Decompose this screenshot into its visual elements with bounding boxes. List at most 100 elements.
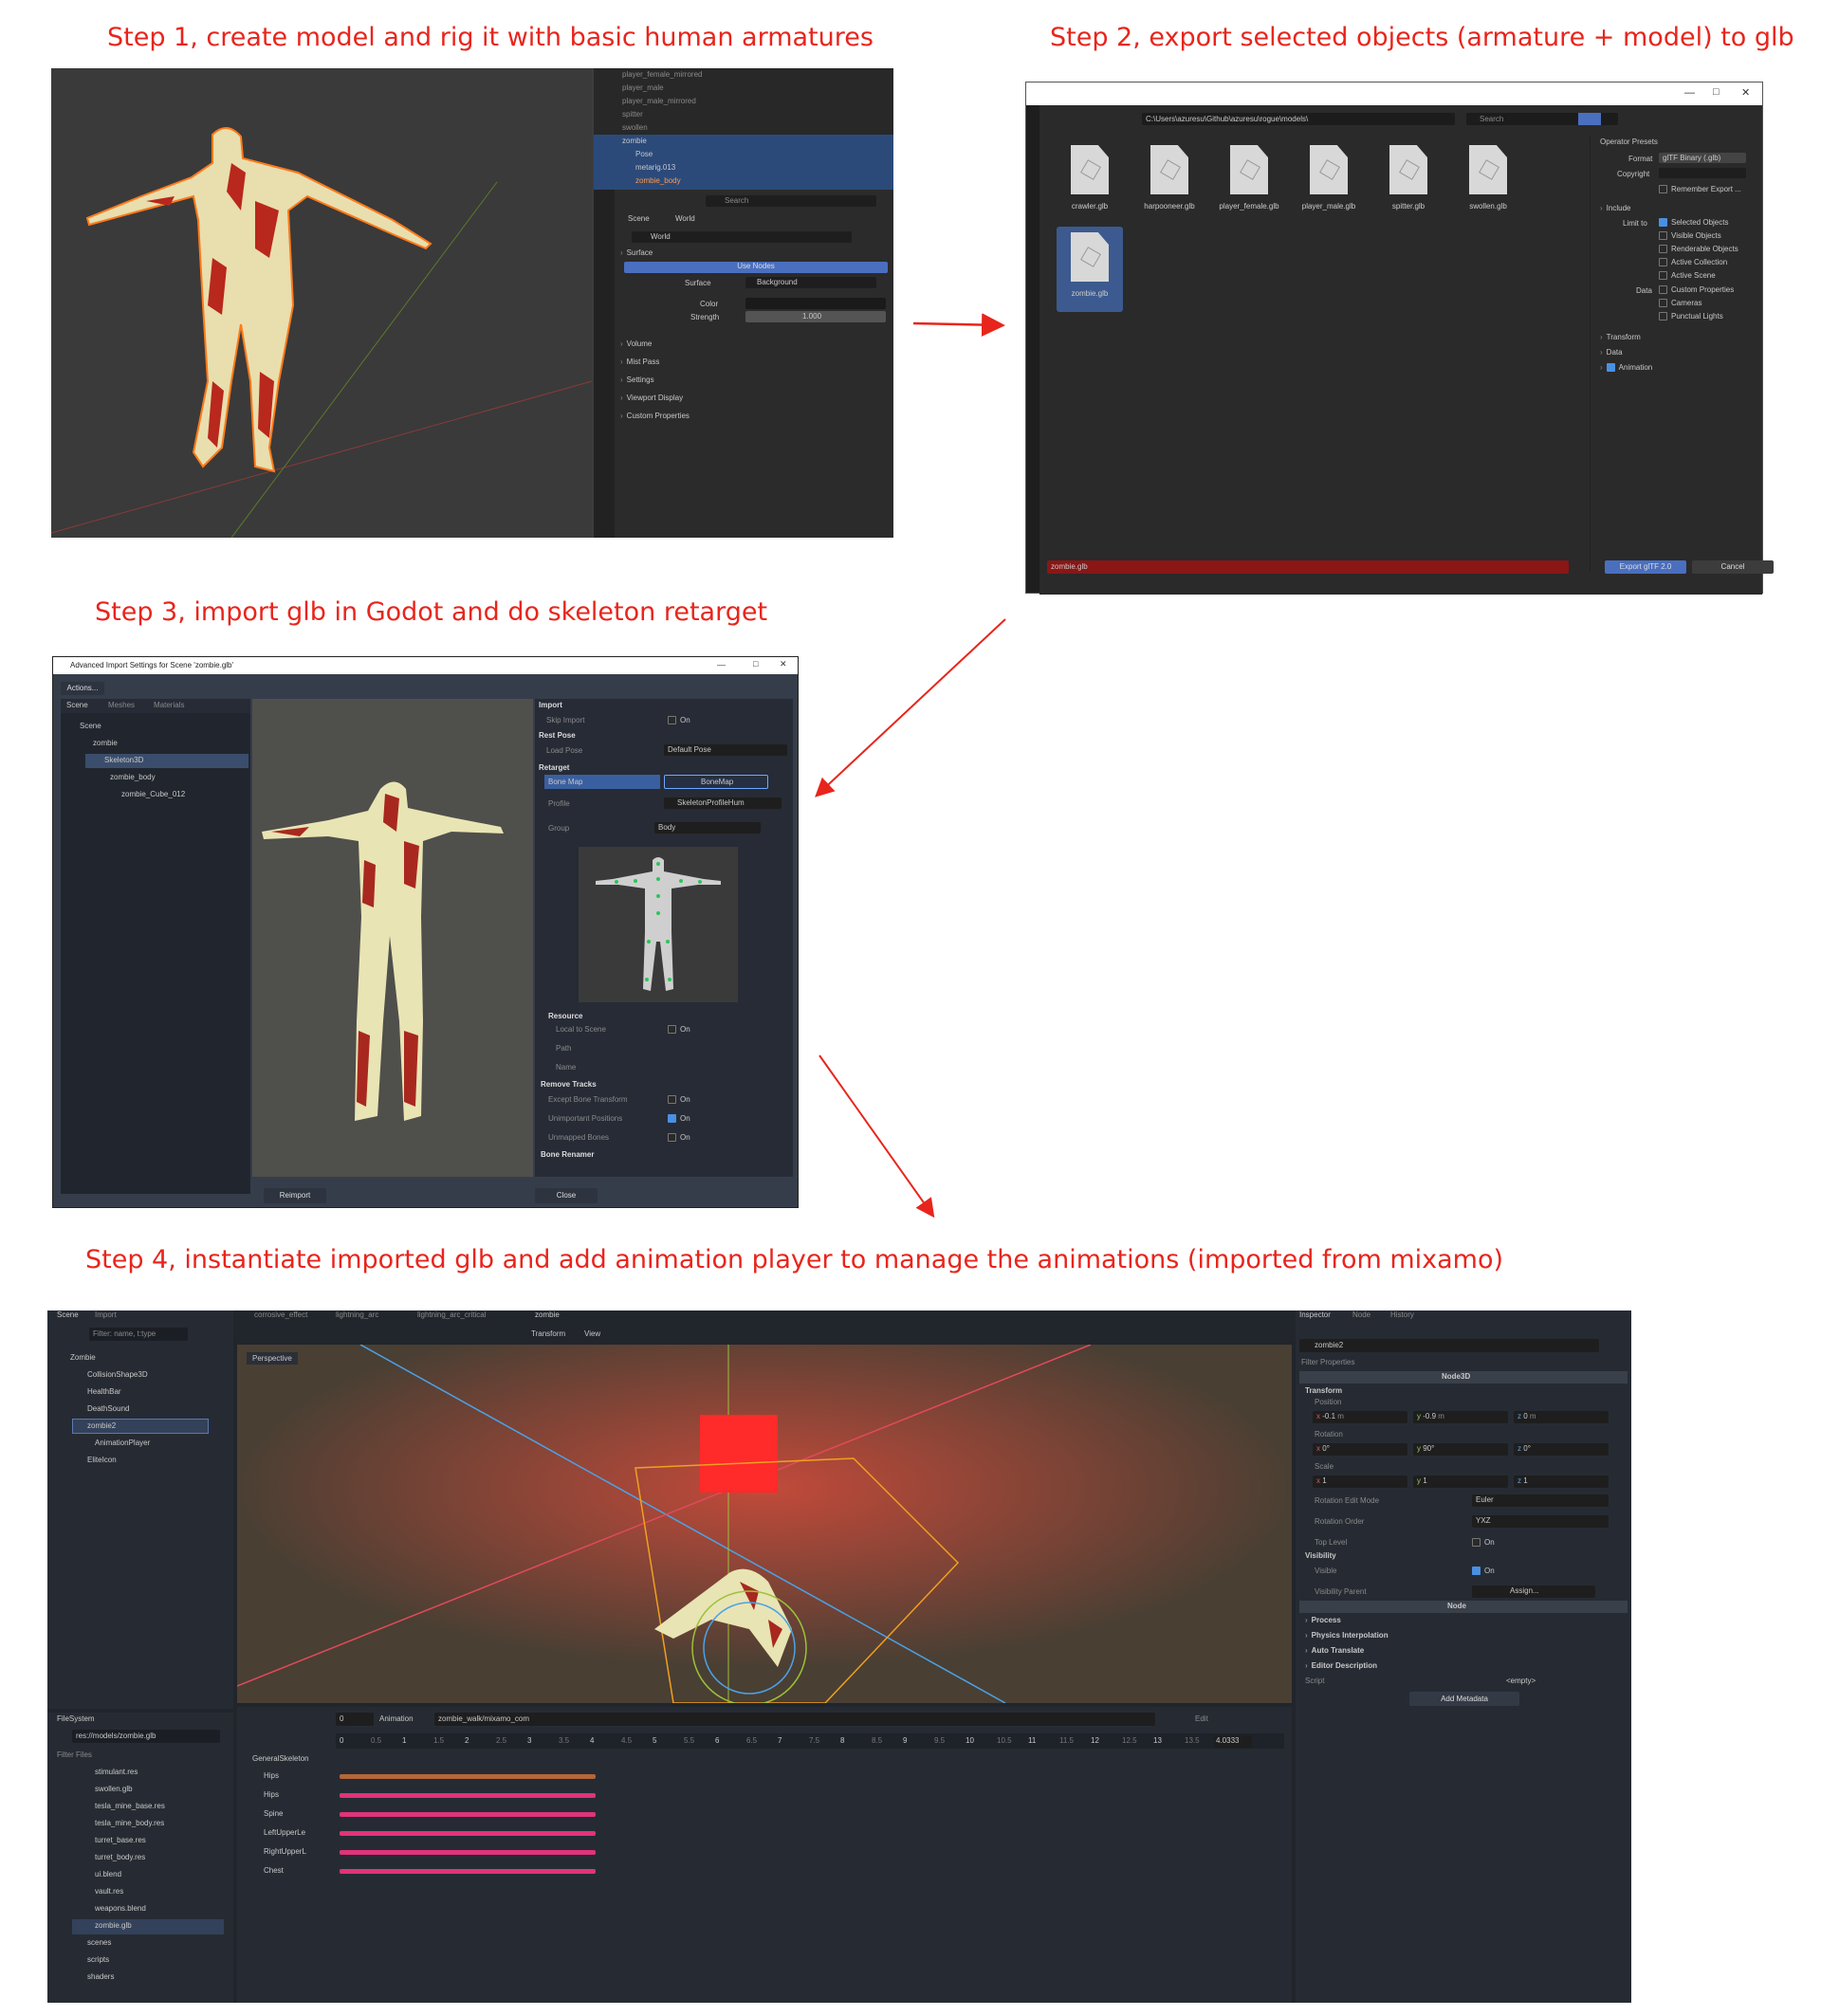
fs-file[interactable]: ui.blend [95, 1870, 121, 1879]
section-physics-interp[interactable]: Physics Interpolation [1305, 1631, 1389, 1640]
maximize-icon[interactable]: □ [1713, 86, 1720, 98]
fs-file[interactable]: tesla_mine_body.res [95, 1819, 164, 1827]
opt-custom-properties[interactable]: Custom Properties [1659, 285, 1734, 295]
anim-length-field[interactable]: 4.0333 [1214, 1735, 1252, 1748]
animation-select[interactable]: zombie_walk/mixamo_com [434, 1713, 1155, 1726]
section-process[interactable]: Process [1305, 1616, 1341, 1624]
world-datablock[interactable]: World [632, 231, 852, 243]
opt-punctual-lights[interactable]: Punctual Lights [1659, 312, 1723, 321]
node-zombie2[interactable]: zombie2 [87, 1421, 116, 1430]
remember-export[interactable]: Remember Export ... [1659, 185, 1741, 194]
panel-mist-pass[interactable]: Mist Pass [620, 357, 660, 366]
file-player-female[interactable]: player_female.glb [1216, 145, 1282, 221]
data-section[interactable]: Data [1600, 348, 1623, 357]
reimport-button[interactable]: Reimport [264, 1188, 326, 1203]
node-zombie[interactable]: Zombie [70, 1353, 96, 1362]
file-zombie-selected[interactable]: zombie.glb [1057, 227, 1123, 312]
track-keyframes[interactable] [340, 1812, 596, 1817]
fs-path[interactable]: res://models/zombie.glb [72, 1730, 220, 1743]
except-bone-toggle[interactable]: On [668, 1095, 690, 1105]
opt-active-collection[interactable]: Active Collection [1659, 258, 1727, 267]
file-swollen[interactable]: swollen.glb [1455, 145, 1521, 221]
filter-icon[interactable] [1578, 113, 1601, 125]
rot-z[interactable]: z 0° [1514, 1443, 1609, 1456]
fs-folder[interactable]: shaders [87, 1972, 114, 1981]
fs-folder[interactable]: scripts [87, 1955, 109, 1964]
filter-properties[interactable]: Filter Properties [1301, 1358, 1354, 1366]
node-animationplayer[interactable]: AnimationPlayer [95, 1439, 150, 1447]
section-auto-translate[interactable]: Auto Translate [1305, 1646, 1365, 1655]
maximize-icon[interactable]: □ [753, 659, 758, 669]
fs-file-selected[interactable]: zombie.glb [95, 1921, 132, 1930]
fs-file[interactable]: weapons.blend [95, 1904, 146, 1913]
path-field[interactable]: C:\Users\azuresu\Github\azuresu\rogue\mo… [1142, 113, 1455, 125]
tab-history[interactable]: History [1390, 1310, 1414, 1319]
anim-edit-menu[interactable]: Edit [1195, 1714, 1208, 1723]
timeline-ruler[interactable]: 0 0.5 1 1.5 2 2.5 3 3.5 4 4.5 5 5.5 6 6.5 7 7.5 8 8.5 9 9.5… [336, 1733, 1284, 1749]
tab-scene[interactable]: Scene [57, 1310, 79, 1319]
operator-presets[interactable]: Operator Presets [1600, 137, 1658, 146]
inspector-node-path[interactable]: zombie2 [1299, 1339, 1599, 1352]
include-section[interactable]: Include [1600, 204, 1631, 212]
track-label[interactable]: Spine [264, 1809, 283, 1818]
profile-resource[interactable]: SkeletonProfileHum [664, 797, 782, 809]
fs-file[interactable]: vault.res [95, 1887, 123, 1896]
add-metadata-button[interactable]: Add Metadata [1409, 1692, 1519, 1706]
track-label[interactable]: LeftUpperLe [264, 1828, 305, 1837]
track-label[interactable]: Hips [264, 1790, 279, 1799]
rot-y[interactable]: y 90° [1413, 1443, 1508, 1456]
tab-corrosive[interactable]: corrosive_effect [254, 1310, 307, 1319]
track-skeleton[interactable]: GeneralSkeleton [252, 1754, 309, 1763]
tab-meshes[interactable]: Meshes [108, 701, 135, 709]
visible-toggle[interactable]: On [1472, 1567, 1495, 1576]
filesystem-tab[interactable]: FileSystem [57, 1714, 95, 1723]
node-eliteicon[interactable]: EliteIcon [87, 1456, 117, 1464]
godot-viewport[interactable]: Perspective [237, 1345, 1292, 1703]
opt-active-scene[interactable]: Active Scene [1659, 271, 1716, 281]
filename-field[interactable]: zombie.glb [1047, 560, 1569, 574]
tab-lightning-arc[interactable]: lightning_arc [336, 1310, 378, 1319]
opt-renderable-objects[interactable]: Renderable Objects [1659, 245, 1738, 254]
pos-z[interactable]: z 0 m [1514, 1411, 1609, 1423]
fs-file[interactable]: turret_base.res [95, 1836, 146, 1844]
rot-edit-mode-select[interactable]: Euler [1472, 1494, 1609, 1507]
tab-zombie[interactable]: zombie [535, 1310, 560, 1319]
section-editor-description[interactable]: Editor Description [1305, 1661, 1377, 1670]
track-label[interactable]: Hips [264, 1771, 279, 1780]
skip-import-toggle[interactable]: On [668, 716, 690, 725]
pos-x[interactable]: x -0.1 m [1313, 1411, 1407, 1423]
format-select[interactable]: glTF Binary (.glb) [1659, 153, 1746, 163]
tree-skeleton3d[interactable]: Skeleton3D [104, 756, 143, 764]
script-value[interactable]: <empty> [1506, 1677, 1536, 1685]
perspective-menu[interactable]: Perspective [247, 1352, 298, 1365]
menu-transform[interactable]: Transform [531, 1329, 565, 1338]
outliner-item-pose[interactable]: Pose [635, 150, 653, 158]
panel-custom-properties[interactable]: Custom Properties [620, 412, 690, 420]
tab-lightning-critical[interactable]: lightning_arc_critical [417, 1310, 486, 1319]
tree-scene[interactable]: Scene [80, 722, 101, 730]
track-keyframes[interactable] [340, 1774, 596, 1779]
panel-settings[interactable]: Settings [620, 376, 654, 384]
file-crawler[interactable]: crawler.glb [1057, 145, 1123, 221]
outliner-item-zombie[interactable]: zombie [622, 137, 647, 145]
actions-menu[interactable]: Actions... [61, 682, 104, 695]
tab-import[interactable]: Import [95, 1310, 117, 1319]
node-collisionshape[interactable]: CollisionShape3D [87, 1370, 148, 1379]
outliner-item[interactable]: player_male_mirrored [622, 97, 696, 105]
transform-section[interactable]: Transform [1600, 333, 1641, 341]
outliner-item[interactable]: player_male [622, 83, 664, 92]
export-gltf-button[interactable]: Export glTF 2.0 [1605, 560, 1686, 574]
opt-selected-objects[interactable]: Selected Objects [1659, 218, 1728, 228]
properties-tab-strip[interactable] [594, 190, 615, 538]
file-player-male[interactable]: player_male.glb [1296, 145, 1362, 221]
opt-visible-objects[interactable]: Visible Objects [1659, 231, 1721, 241]
outliner-item-metarig[interactable]: metarig.013 [635, 163, 675, 172]
minimize-icon[interactable]: — [717, 660, 726, 669]
transform-header[interactable]: Transform [1305, 1386, 1342, 1395]
tab-scene[interactable]: Scene [66, 701, 88, 709]
file-harpooneer[interactable]: harpooneer.glb [1136, 145, 1203, 221]
rot-x[interactable]: x 0° [1313, 1443, 1407, 1456]
track-label[interactable]: RightUpperL [264, 1847, 306, 1856]
surface-panel[interactable]: Surface [620, 248, 653, 257]
track-keyframes[interactable] [340, 1793, 596, 1798]
